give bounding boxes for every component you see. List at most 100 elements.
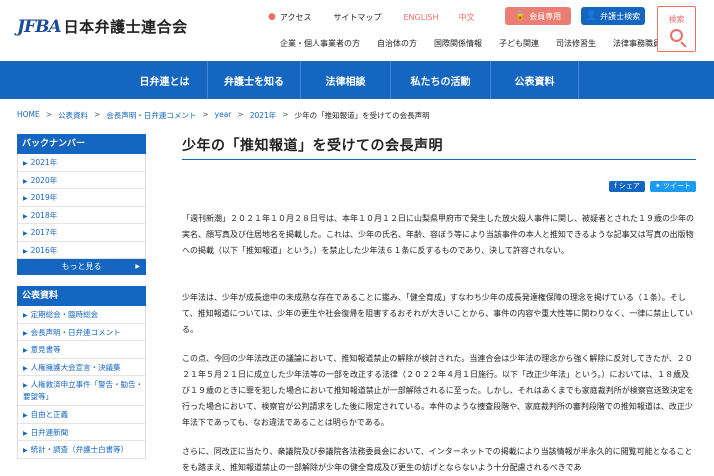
breadcrumb-separator: > [45, 110, 53, 119]
year-item-2020[interactable]: ▶ 2020年 [18, 172, 145, 189]
audience-link-trainee[interactable]: 司法修習生 [556, 38, 596, 49]
english-link[interactable]: ENGLISH [403, 13, 438, 22]
twitter-share-label: ツイート [663, 182, 691, 190]
public-item-label: 人権救済申立事件「警告・勧告・要望等」 [23, 380, 144, 401]
public-item-newspaper[interactable]: ▶ 日弁連新聞 [18, 424, 145, 441]
breadcrumb-publications[interactable]: 公表資料 [58, 110, 88, 121]
bullet-arrow-icon: ▶ [23, 364, 28, 372]
audience-link-children[interactable]: 子ども関連 [499, 38, 539, 49]
chinese-link[interactable]: 中文 [459, 12, 475, 23]
breadcrumb-2021[interactable]: 2021年 [250, 110, 277, 121]
twitter-share-button[interactable]: ✦ ツイート [649, 181, 696, 192]
lock-icon: 🔒 [514, 11, 527, 21]
main-content: 少年の「推知報道」を受けての会長声明 f シェア ✦ ツイート 「週刊新潮」２０… [182, 127, 696, 472]
year-item-2019[interactable]: ▶ 2019年 [18, 189, 145, 207]
facebook-share-label: シェア [618, 182, 640, 190]
statement-paragraph: さらに、同改正に当たり、衆議院及び参議院各法務委員会において、インターネットでの… [182, 447, 693, 472]
bullet-arrow-icon: ▶ [23, 195, 28, 202]
bullet-arrow-icon: ▶ [23, 177, 28, 185]
bullet-arrow-icon: ▶ [23, 447, 28, 454]
nav-item-activities[interactable]: 私たちの活動 [391, 61, 491, 99]
chevron-right-icon: ▶ [135, 263, 140, 270]
utility-links: ● アクセス サイトマップ ENGLISH 中文 [268, 9, 495, 25]
breadcrumb-separator: > [282, 110, 289, 119]
member-only-label: 会員専用 [529, 11, 562, 21]
public-item-declarations[interactable]: ▶ 人権擁護大会宣言・決議集 [18, 359, 145, 376]
year-label: 2018年 [30, 210, 58, 220]
access-link-label: アクセス [279, 12, 312, 22]
logo-text: 日本弁護士連合会 [63, 18, 188, 36]
nav-item-publications[interactable]: 公表資料 [491, 61, 579, 99]
twitter-icon: ✦ [654, 182, 663, 190]
search-label: 検索 [668, 15, 685, 24]
bullet-arrow-icon: ▶ [23, 347, 28, 354]
bullet-arrow-icon: ▶ [23, 247, 28, 255]
backnumber-list: ▶ 2021年 ▶ 2020年 ▶ 2019年 ▶ 2018年 ▶ 2017年 ▶ 2016… [17, 154, 146, 259]
access-link[interactable]: ● アクセス [268, 12, 311, 23]
public-item-label: 会長声明・日弁連コメント [30, 327, 121, 337]
sitemap-link[interactable]: サイトマップ [333, 12, 381, 23]
public-item-opinions[interactable]: ▶ 意見書等 [18, 341, 145, 359]
bullet-arrow-icon: ▶ [23, 382, 28, 389]
public-docs-list: ▶ 定期総会・臨時総会 ▶ 会長声明・日弁連コメント ▶ 意見書等 ▶ 人権擁護大会宣言… [17, 306, 146, 459]
logo-mark: JFBA [17, 16, 62, 37]
year-label: 2021年 [30, 158, 58, 167]
audience-link-international[interactable]: 国際関係情報 [434, 38, 482, 49]
public-item-human-rights[interactable]: ▶ 人権救済申立事件「警告・勧告・要望等」 [18, 376, 145, 406]
backnumber-heading: バックナンバー [17, 134, 146, 154]
public-docs-heading: 公表資料 [17, 286, 146, 306]
year-label: 2016年 [30, 245, 58, 255]
public-item-label: 人権擁護大会宣言・決議集 [30, 362, 121, 372]
lawyer-search-button[interactable]: 👤 弁護士検索 [581, 7, 645, 25]
nav-item-consultation[interactable]: 法律相談 [301, 61, 391, 99]
public-item-label: 定期総会・臨時総会 [30, 310, 99, 319]
bullet-arrow-icon: ▶ [23, 160, 28, 167]
bullet-arrow-icon: ▶ [23, 312, 28, 319]
show-more-label: もっと見る [61, 262, 102, 271]
public-item-freedom-justice[interactable]: ▶ 自由と正義 [18, 406, 145, 424]
year-item-2017[interactable]: ▶ 2017年 [18, 224, 145, 242]
sidebar: バックナンバー ▶ 2021年 ▶ 2020年 ▶ 2019年 ▶ 2018年 ▶ 201… [17, 134, 146, 459]
facebook-share-button[interactable]: f シェア [609, 181, 645, 192]
audience-link-business[interactable]: 企業・個人事業者の方 [280, 38, 360, 49]
public-item-label: 統計・調査（弁護士白書等） [30, 445, 129, 454]
breadcrumb-current: 少年の「推知報道」を受けての会長声明 [294, 111, 430, 120]
year-item-2021[interactable]: ▶ 2021年 [18, 154, 145, 172]
lawyer-search-label: 弁護士検索 [600, 11, 641, 21]
public-item-statements[interactable]: ▶ 会長声明・日弁連コメント [18, 324, 145, 341]
year-item-2016[interactable]: ▶ 2016年 [18, 242, 145, 259]
breadcrumb-year[interactable]: year [215, 110, 232, 121]
year-label: 2017年 [30, 228, 58, 237]
breadcrumb-home[interactable]: HOME [17, 110, 40, 121]
year-item-2018[interactable]: ▶ 2018年 [18, 207, 145, 224]
public-item-statistics[interactable]: ▶ 統計・調査（弁護士白書等） [18, 441, 145, 459]
statement-paragraph: 少年法は、少年が成長途中の未成熟な存在であることに鑑み、「健全育成」すなわち少年… [182, 293, 693, 334]
site-header: JFBA 日本弁護士連合会 ● アクセス サイトマップ ENGLISH 中文 🔒… [0, 0, 714, 61]
show-more-button[interactable]: もっと見る ▶ [17, 259, 146, 275]
year-label: 2020年 [30, 175, 58, 185]
page-title: 少年の「推知報道」を受けての会長声明 [182, 127, 696, 160]
bullet-arrow-icon: ▶ [23, 212, 28, 220]
bullet-arrow-icon: ▶ [23, 230, 28, 237]
member-only-button[interactable]: 🔒 会員専用 [505, 7, 571, 25]
audience-link-municipal[interactable]: 自治体の方 [377, 38, 417, 49]
statement-paragraph: 「週刊新潮」２０２１年１０月２８日号は、本年１０月１２日に山梨県甲府市で発生した… [182, 214, 694, 255]
site-logo[interactable]: JFBA 日本弁護士連合会 [17, 16, 188, 37]
audience-link-staff[interactable]: 法律事務職員 [613, 38, 661, 49]
main-navigation: 日弁連とは 弁護士を知る 法律相談 私たちの活動 公表資料 [0, 61, 714, 99]
public-item-general-assembly[interactable]: ▶ 定期総会・臨時総会 [18, 306, 145, 324]
bullet-arrow-icon: ▶ [23, 412, 28, 419]
search-button[interactable]: 検索 [657, 6, 696, 52]
bullet-arrow-icon: ▶ [23, 329, 28, 337]
breadcrumb-separator: > [237, 110, 244, 119]
person-icon: 👤 [585, 11, 598, 21]
breadcrumb-separator: > [202, 110, 209, 119]
nav-item-about[interactable]: 日弁連とは [122, 61, 208, 99]
public-item-label: 意見書等 [30, 345, 61, 354]
bullet-arrow-icon: ▶ [23, 429, 28, 437]
nav-item-lawyers[interactable]: 弁護士を知る [208, 61, 301, 99]
breadcrumb-statements[interactable]: 会長声明・日弁連コメント [106, 110, 196, 121]
statement-paragraph: この点、今回の少年法改正の議論において、推知報道禁止の解除が検討された。当連合会… [182, 354, 694, 427]
share-buttons: f シェア ✦ ツイート [609, 181, 696, 192]
breadcrumb-separator: > [94, 110, 101, 119]
